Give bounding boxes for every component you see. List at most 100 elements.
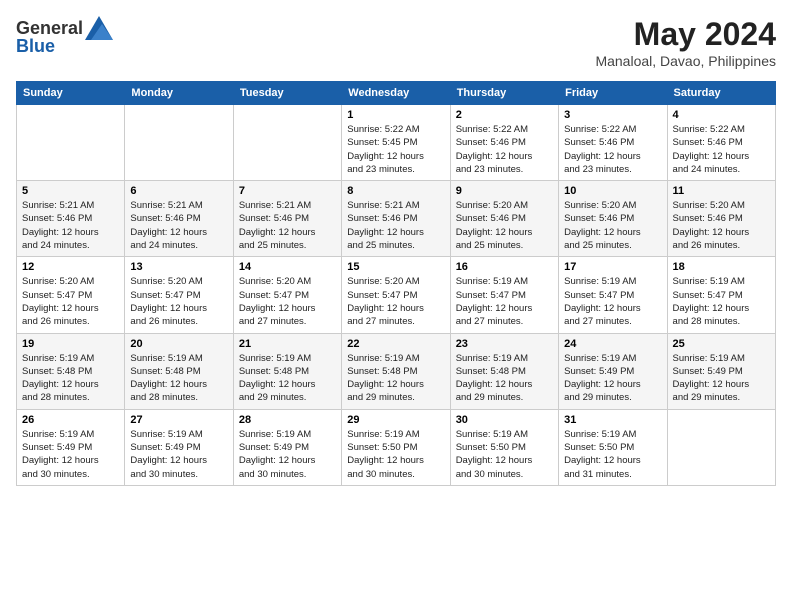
- day-number: 19: [22, 338, 119, 350]
- day-info: Sunrise: 5:20 AM Sunset: 5:46 PM Dayligh…: [564, 199, 661, 252]
- calendar-cell: 23 Sunrise: 5:19 AM Sunset: 5:48 PM Dayli…: [450, 333, 558, 409]
- calendar-cell: [17, 105, 125, 181]
- day-info: Sunrise: 5:19 AM Sunset: 5:50 PM Dayligh…: [564, 428, 661, 481]
- day-info: Sunrise: 5:19 AM Sunset: 5:48 PM Dayligh…: [130, 352, 227, 405]
- day-info: Sunrise: 5:19 AM Sunset: 5:49 PM Dayligh…: [22, 428, 119, 481]
- calendar-cell: 5 Sunrise: 5:21 AM Sunset: 5:46 PM Daylig…: [17, 181, 125, 257]
- day-info: Sunrise: 5:19 AM Sunset: 5:49 PM Dayligh…: [239, 428, 336, 481]
- day-number: 14: [239, 261, 336, 273]
- calendar-cell: 30Sunrise: 5:19 AM Sunset: 5:50 PM Dayli…: [450, 409, 558, 485]
- month-year-title: May 2024: [595, 16, 776, 53]
- day-number: 2: [456, 109, 553, 121]
- calendar-header-row: SundayMondayTuesdayWednesdayThursdayFrid…: [17, 82, 776, 105]
- calendar-cell: 4 Sunrise: 5:22 AM Sunset: 5:46 PM Daylig…: [667, 105, 775, 181]
- day-number: 3: [564, 109, 661, 121]
- day-info: Sunrise: 5:20 AM Sunset: 5:47 PM Dayligh…: [130, 275, 227, 328]
- calendar-cell: 7 Sunrise: 5:21 AM Sunset: 5:46 PM Daylig…: [233, 181, 341, 257]
- day-info: Sunrise: 5:19 AM Sunset: 5:49 PM Dayligh…: [564, 352, 661, 405]
- calendar-cell: 17 Sunrise: 5:19 AM Sunset: 5:47 PM Dayli…: [559, 257, 667, 333]
- day-info: Sunrise: 5:22 AM Sunset: 5:46 PM Dayligh…: [673, 123, 770, 176]
- day-number: 8: [347, 185, 444, 197]
- day-number: 5: [22, 185, 119, 197]
- header-friday: Friday: [559, 82, 667, 105]
- day-info: Sunrise: 5:22 AM Sunset: 5:45 PM Dayligh…: [347, 123, 444, 176]
- calendar-cell: 29 Sunrise: 5:19 AM Sunset: 5:50 PM Dayli…: [342, 409, 450, 485]
- calendar-cell: 2Sunrise: 5:22 AM Sunset: 5:46 PM Daylig…: [450, 105, 558, 181]
- day-info: Sunrise: 5:20 AM Sunset: 5:47 PM Dayligh…: [22, 275, 119, 328]
- calendar-cell: 21 Sunrise: 5:19 AM Sunset: 5:48 PM Dayli…: [233, 333, 341, 409]
- day-number: 23: [456, 338, 553, 350]
- calendar-cell: 24 Sunrise: 5:19 AM Sunset: 5:49 PM Dayli…: [559, 333, 667, 409]
- day-info: Sunrise: 5:19 AM Sunset: 5:49 PM Dayligh…: [130, 428, 227, 481]
- calendar-cell: 1 Sunrise: 5:22 AM Sunset: 5:45 PM Daylig…: [342, 105, 450, 181]
- day-info: Sunrise: 5:20 AM Sunset: 5:47 PM Dayligh…: [347, 275, 444, 328]
- day-number: 21: [239, 338, 336, 350]
- day-info: Sunrise: 5:21 AM Sunset: 5:46 PM Dayligh…: [347, 199, 444, 252]
- day-number: 24: [564, 338, 661, 350]
- title-block: May 2024 Manaloal, Davao, Philippines: [595, 16, 776, 69]
- header-saturday: Saturday: [667, 82, 775, 105]
- calendar-cell: 10 Sunrise: 5:20 AM Sunset: 5:46 PM Dayli…: [559, 181, 667, 257]
- day-number: 10: [564, 185, 661, 197]
- day-info: Sunrise: 5:19 AM Sunset: 5:48 PM Dayligh…: [239, 352, 336, 405]
- day-number: 16: [456, 261, 553, 273]
- calendar-cell: 15Sunrise: 5:20 AM Sunset: 5:47 PM Dayli…: [342, 257, 450, 333]
- header-monday: Monday: [125, 82, 233, 105]
- header-tuesday: Tuesday: [233, 82, 341, 105]
- day-number: 11: [673, 185, 770, 197]
- calendar-week-1: 5 Sunrise: 5:21 AM Sunset: 5:46 PM Daylig…: [17, 181, 776, 257]
- day-info: Sunrise: 5:19 AM Sunset: 5:49 PM Dayligh…: [673, 352, 770, 405]
- day-info: Sunrise: 5:20 AM Sunset: 5:46 PM Dayligh…: [456, 199, 553, 252]
- header-thursday: Thursday: [450, 82, 558, 105]
- calendar-cell: 27 Sunrise: 5:19 AM Sunset: 5:49 PM Dayli…: [125, 409, 233, 485]
- day-number: 17: [564, 261, 661, 273]
- day-info: Sunrise: 5:19 AM Sunset: 5:50 PM Dayligh…: [347, 428, 444, 481]
- calendar-cell: 6Sunrise: 5:21 AM Sunset: 5:46 PM Daylig…: [125, 181, 233, 257]
- day-info: Sunrise: 5:19 AM Sunset: 5:48 PM Dayligh…: [347, 352, 444, 405]
- day-number: 18: [673, 261, 770, 273]
- calendar-week-0: 1 Sunrise: 5:22 AM Sunset: 5:45 PM Daylig…: [17, 105, 776, 181]
- calendar-cell: 14 Sunrise: 5:20 AM Sunset: 5:47 PM Dayli…: [233, 257, 341, 333]
- calendar-cell: [233, 105, 341, 181]
- day-number: 7: [239, 185, 336, 197]
- day-number: 26: [22, 414, 119, 426]
- day-info: Sunrise: 5:19 AM Sunset: 5:47 PM Dayligh…: [456, 275, 553, 328]
- day-number: 29: [347, 414, 444, 426]
- page-header: General Blue May 2024 Manaloal, Davao, P…: [16, 16, 776, 69]
- day-number: 25: [673, 338, 770, 350]
- day-info: Sunrise: 5:21 AM Sunset: 5:46 PM Dayligh…: [22, 199, 119, 252]
- calendar-cell: 13 Sunrise: 5:20 AM Sunset: 5:47 PM Dayli…: [125, 257, 233, 333]
- logo-icon: [85, 16, 113, 40]
- calendar-cell: 11Sunrise: 5:20 AM Sunset: 5:46 PM Dayli…: [667, 181, 775, 257]
- calendar-week-4: 26 Sunrise: 5:19 AM Sunset: 5:49 PM Dayli…: [17, 409, 776, 485]
- calendar-cell: 9Sunrise: 5:20 AM Sunset: 5:46 PM Daylig…: [450, 181, 558, 257]
- day-number: 20: [130, 338, 227, 350]
- calendar-cell: 12 Sunrise: 5:20 AM Sunset: 5:47 PM Dayli…: [17, 257, 125, 333]
- calendar-cell: 16 Sunrise: 5:19 AM Sunset: 5:47 PM Dayli…: [450, 257, 558, 333]
- day-number: 27: [130, 414, 227, 426]
- calendar-cell: 20 Sunrise: 5:19 AM Sunset: 5:48 PM Dayli…: [125, 333, 233, 409]
- day-info: Sunrise: 5:22 AM Sunset: 5:46 PM Dayligh…: [564, 123, 661, 176]
- day-info: Sunrise: 5:19 AM Sunset: 5:47 PM Dayligh…: [564, 275, 661, 328]
- header-sunday: Sunday: [17, 82, 125, 105]
- calendar-cell: 19 Sunrise: 5:19 AM Sunset: 5:48 PM Dayli…: [17, 333, 125, 409]
- logo: General Blue: [16, 16, 113, 57]
- day-info: Sunrise: 5:19 AM Sunset: 5:47 PM Dayligh…: [673, 275, 770, 328]
- calendar-cell: 8 Sunrise: 5:21 AM Sunset: 5:46 PM Daylig…: [342, 181, 450, 257]
- day-number: 1: [347, 109, 444, 121]
- day-info: Sunrise: 5:21 AM Sunset: 5:46 PM Dayligh…: [239, 199, 336, 252]
- calendar-cell: 25 Sunrise: 5:19 AM Sunset: 5:49 PM Dayli…: [667, 333, 775, 409]
- calendar-cell: [125, 105, 233, 181]
- calendar-week-2: 12 Sunrise: 5:20 AM Sunset: 5:47 PM Dayli…: [17, 257, 776, 333]
- day-info: Sunrise: 5:20 AM Sunset: 5:47 PM Dayligh…: [239, 275, 336, 328]
- header-wednesday: Wednesday: [342, 82, 450, 105]
- day-number: 22: [347, 338, 444, 350]
- day-info: Sunrise: 5:19 AM Sunset: 5:48 PM Dayligh…: [22, 352, 119, 405]
- calendar-cell: 26 Sunrise: 5:19 AM Sunset: 5:49 PM Dayli…: [17, 409, 125, 485]
- day-number: 4: [673, 109, 770, 121]
- day-number: 12: [22, 261, 119, 273]
- day-info: Sunrise: 5:21 AM Sunset: 5:46 PM Dayligh…: [130, 199, 227, 252]
- location-subtitle: Manaloal, Davao, Philippines: [595, 53, 776, 69]
- day-number: 13: [130, 261, 227, 273]
- day-info: Sunrise: 5:19 AM Sunset: 5:48 PM Dayligh…: [456, 352, 553, 405]
